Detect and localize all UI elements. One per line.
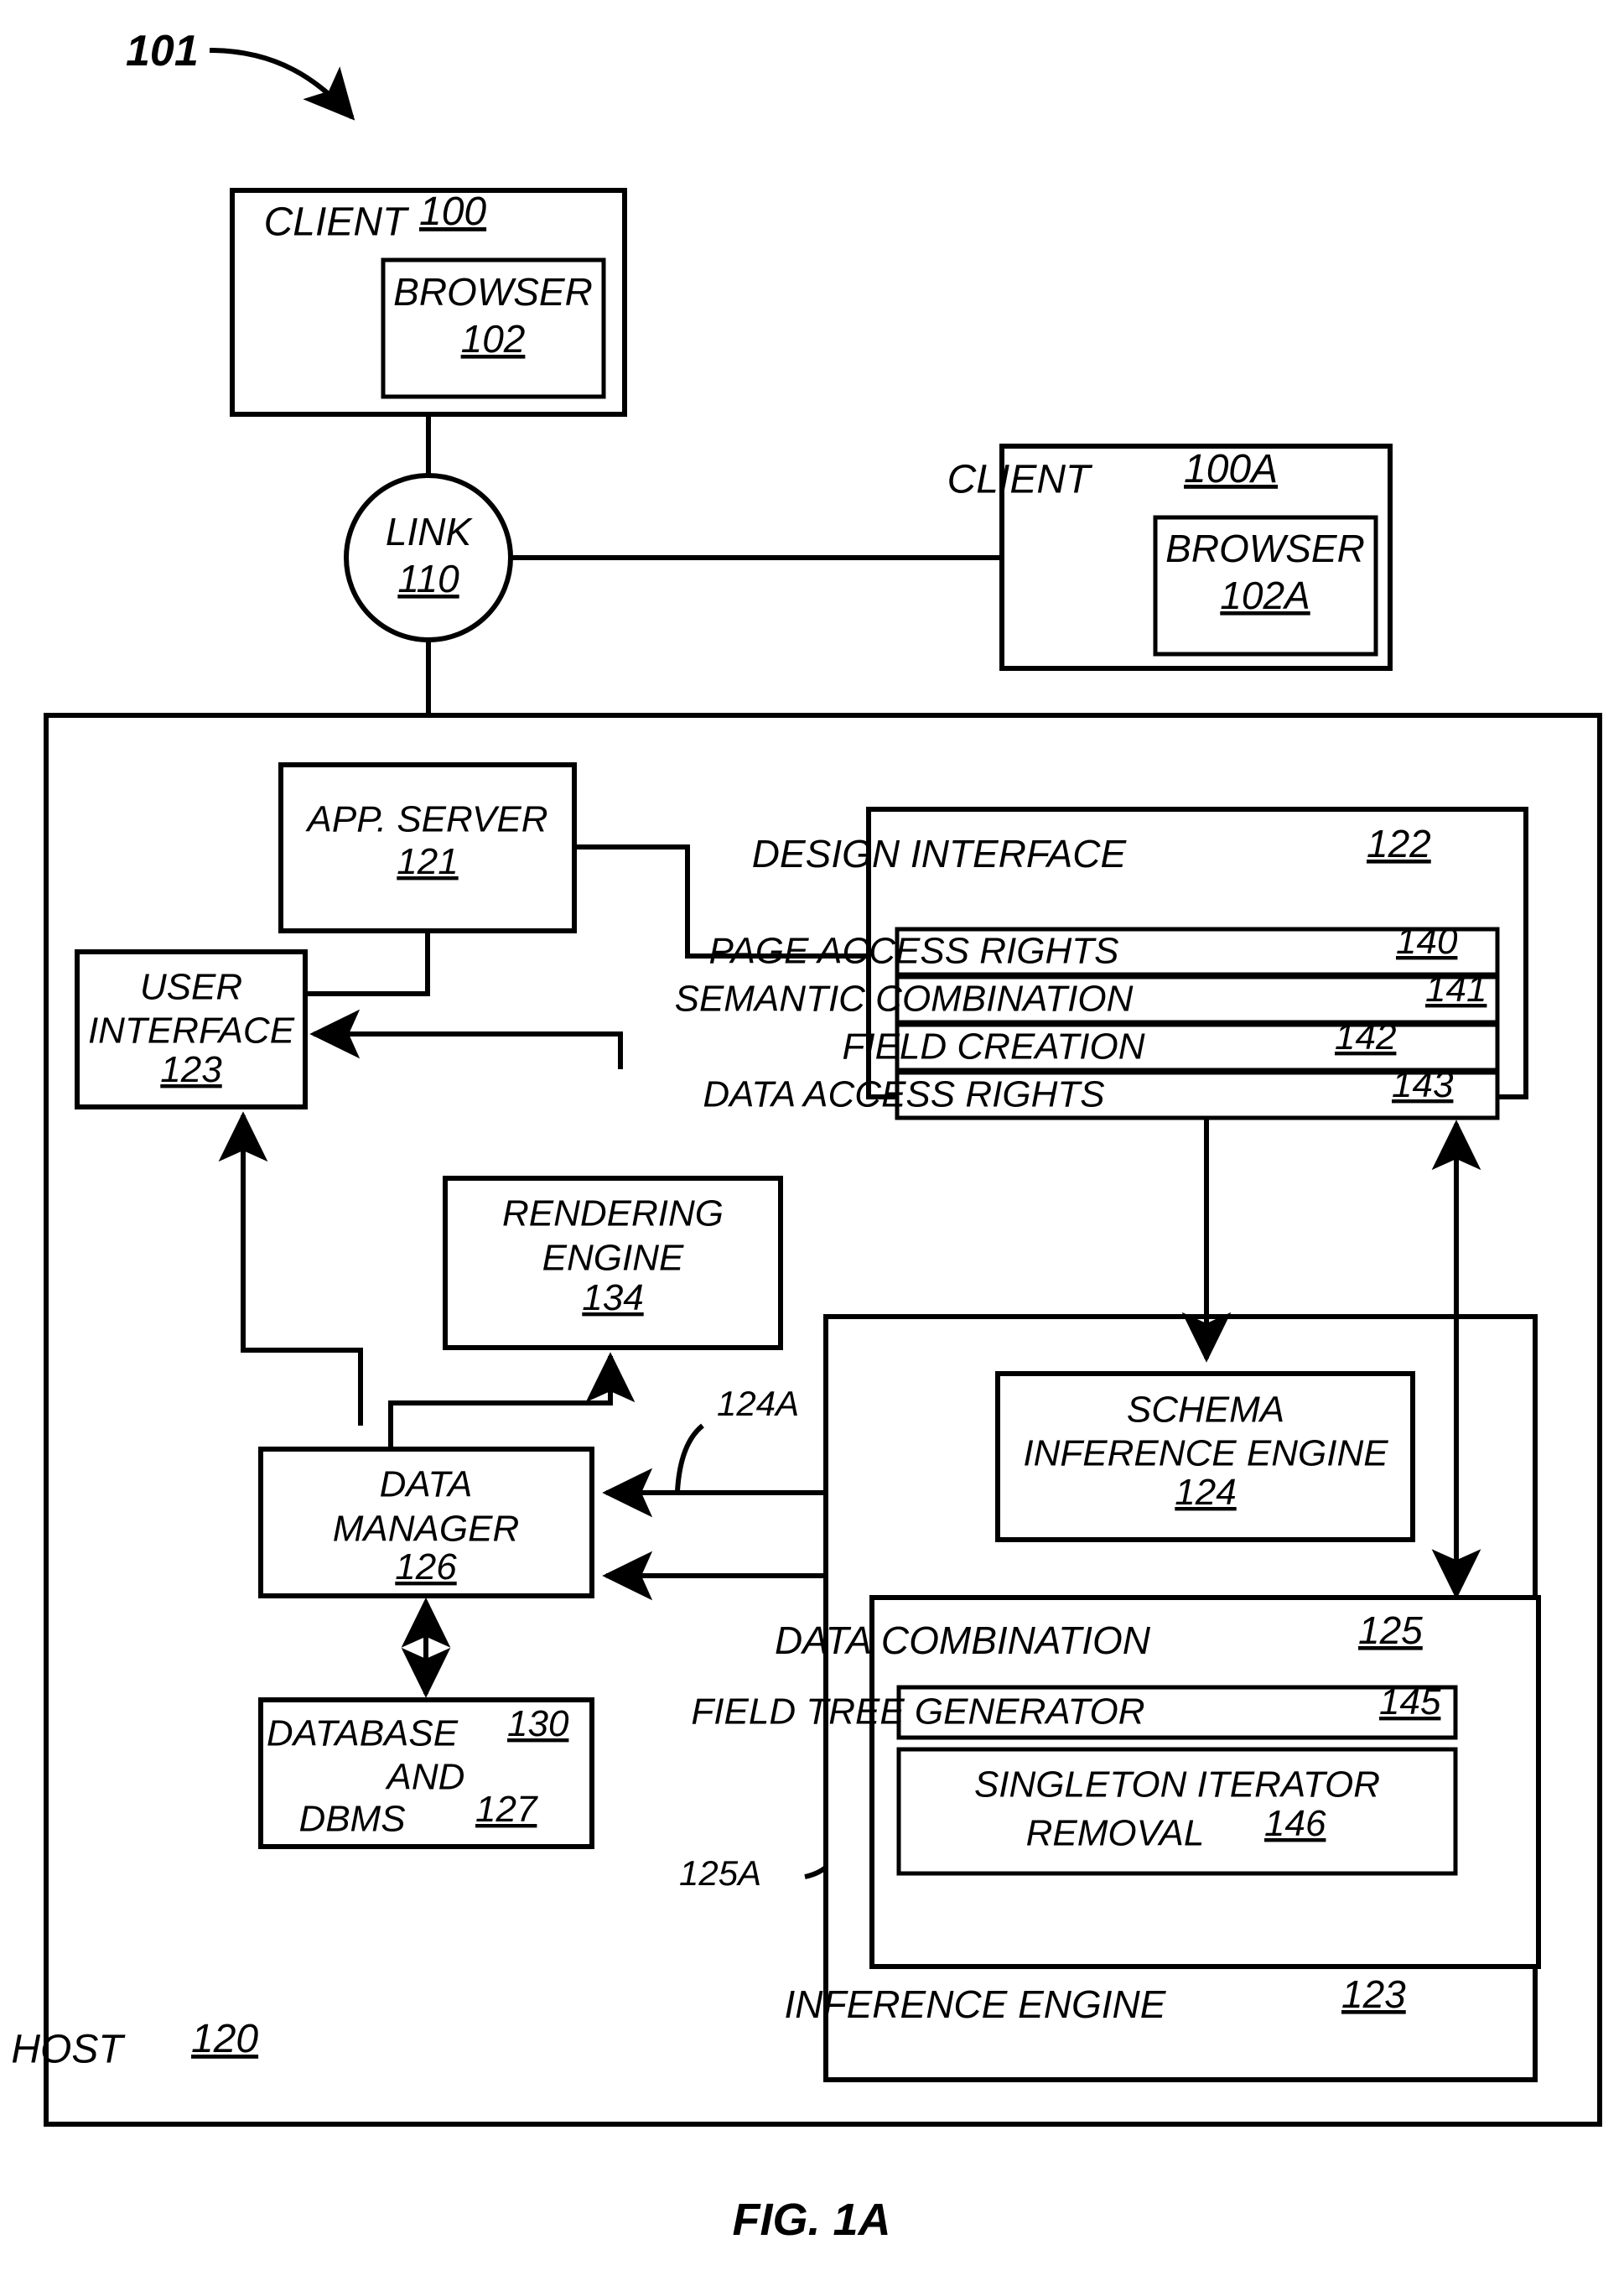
browser-a-label: BROWSER: [1165, 527, 1365, 570]
link-node: LINK 110: [344, 473, 513, 642]
schema-inference-engine-box: SCHEMA INFERENCE ENGINE 124: [995, 1371, 1415, 1542]
figure-caption: FIG. 1A: [732, 2195, 890, 2245]
schema-inference-engine-label-line1: SCHEMA: [1127, 1390, 1284, 1431]
database-box: DATABASE 130 AND DBMS 127: [258, 1697, 594, 1849]
system-block-diagram: 101 CLIENT 100 BROWSER 102 LINK 110 CLIE…: [11, 27, 1602, 2245]
browser-label: BROWSER: [393, 270, 593, 314]
page-access-rights-ref: 140: [1396, 921, 1458, 962]
inference-engine-ref: 123: [1341, 1972, 1406, 2016]
rendering-engine-label-line2: ENGINE: [542, 1238, 684, 1279]
field-tree-generator-ref: 145: [1379, 1681, 1441, 1722]
field-creation-ref: 142: [1335, 1016, 1396, 1057]
semantic-combination-label: SEMANTIC COMBINATION: [675, 979, 1134, 1020]
app-server-box: APP. SERVER 121: [278, 762, 577, 933]
design-interface-ref: 122: [1367, 822, 1431, 865]
client-box: CLIENT 100 BROWSER 102: [230, 188, 627, 417]
database-ref1: 130: [507, 1703, 569, 1744]
inference-engine-label: INFERENCE ENGINE: [785, 1982, 1167, 2026]
singleton-iterator-removal-item: SINGLETON ITERATOR REMOVAL 146: [896, 1747, 1458, 1876]
user-interface-label-line2: INTERFACE: [88, 1011, 295, 1052]
field-creation-label: FIELD CREATION: [842, 1026, 1144, 1068]
app-server-ref: 121: [397, 841, 458, 882]
field-tree-generator-label: FIELD TREE GENERATOR: [691, 1691, 1144, 1733]
client-label: CLIENT: [264, 200, 410, 245]
patent-figure-1a: 101 CLIENT 100 BROWSER 102 LINK 110 CLIE…: [0, 0, 1624, 2281]
browser-ref: 102: [461, 317, 526, 361]
rendering-engine-box: RENDERING ENGINE 134: [443, 1176, 783, 1350]
client-ref: 100: [419, 190, 486, 234]
page-access-rights-label: PAGE ACCESS RIGHTS: [709, 931, 1119, 972]
client-a-label: CLIENT: [947, 458, 1093, 502]
database-label-line2: AND: [385, 1757, 465, 1798]
user-interface-ref: 123: [160, 1049, 222, 1090]
user-interface-box: USER INTERFACE 123: [75, 949, 308, 1109]
schema-inference-engine-label-line2: INFERENCE ENGINE: [1023, 1433, 1388, 1474]
singleton-iterator-removal-label-line1: SINGLETON ITERATOR: [974, 1764, 1380, 1806]
data-combination-ref: 125: [1358, 1608, 1423, 1652]
schema-inference-engine-ref: 124: [1175, 1472, 1236, 1513]
user-interface-label-line1: USER: [140, 967, 242, 1008]
database-label-line3: DBMS: [298, 1799, 405, 1840]
data-access-rights-label: DATA ACCESS RIGHTS: [703, 1074, 1104, 1115]
data-manager-ref: 126: [395, 1546, 457, 1587]
database-label-line1: DATABASE: [267, 1713, 459, 1754]
client-a-box: CLIENT 100A BROWSER 102A: [947, 444, 1393, 671]
system-ref-arrow: [209, 48, 355, 121]
data-access-rights-ref: 143: [1392, 1064, 1454, 1105]
singleton-iterator-removal-label-line2: REMOVAL: [1026, 1813, 1205, 1854]
link-ref: 110: [397, 557, 459, 600]
system-ref-number: 101: [126, 27, 199, 75]
design-interface-label: DESIGN INTERFACE: [752, 832, 1128, 876]
field-creation-item: FIELD CREATION 142: [842, 1016, 1500, 1073]
system-reference-callout: 101: [126, 27, 355, 121]
connector-125a-label: 125A: [679, 1853, 761, 1893]
rendering-engine-ref: 134: [582, 1277, 643, 1318]
browser-a-ref: 102A: [1220, 574, 1310, 617]
data-combination-label: DATA COMBINATION: [775, 1619, 1151, 1662]
link-label: LINK: [386, 510, 474, 553]
app-server-label: APP. SERVER: [305, 799, 548, 840]
client-a-ref: 100A: [1184, 447, 1278, 491]
singleton-iterator-removal-ref: 146: [1264, 1803, 1326, 1844]
data-manager-box: DATA MANAGER 126: [258, 1447, 594, 1598]
connector-124a-label: 124A: [717, 1384, 799, 1423]
rendering-engine-label-line1: RENDERING: [502, 1193, 724, 1234]
database-ref3: 127: [475, 1789, 538, 1830]
semantic-combination-ref: 141: [1425, 969, 1487, 1010]
data-manager-label-line1: DATA: [380, 1464, 473, 1505]
host-ref: 120: [191, 2017, 258, 2061]
host-label: HOST: [11, 2028, 126, 2072]
data-manager-label-line2: MANAGER: [333, 1509, 519, 1550]
